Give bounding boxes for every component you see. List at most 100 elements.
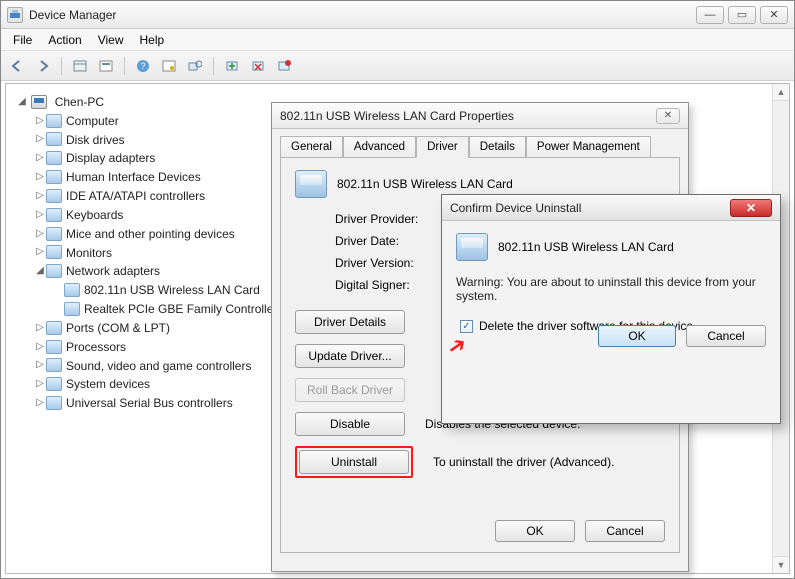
- back-button[interactable]: [5, 55, 29, 77]
- highlight-annotation: Uninstall: [295, 446, 413, 478]
- tree-item[interactable]: System devices: [66, 377, 150, 391]
- device-category-icon: [46, 132, 62, 146]
- menu-view[interactable]: View: [90, 31, 132, 49]
- properties-button[interactable]: [94, 55, 118, 77]
- menu-action[interactable]: Action: [40, 31, 89, 49]
- device-category-icon: [46, 358, 62, 372]
- network-adapter-icon: [64, 283, 80, 297]
- dialog-titlebar: Confirm Device Uninstall ✕: [442, 195, 780, 221]
- window-titlebar: Device Manager — ▭ ✕: [1, 1, 794, 29]
- help-button[interactable]: ?: [131, 55, 155, 77]
- expand-icon[interactable]: ▷: [34, 394, 46, 412]
- forward-button[interactable]: [31, 55, 55, 77]
- show-hidden-button[interactable]: [68, 55, 92, 77]
- confirm-uninstall-dialog: Confirm Device Uninstall ✕ 802.11n USB W…: [441, 194, 781, 424]
- toolbar-separator: [124, 57, 125, 75]
- network-adapters-icon: [46, 264, 62, 278]
- tree-item[interactable]: Display adapters: [66, 151, 155, 165]
- tree-item[interactable]: Mice and other pointing devices: [66, 227, 235, 241]
- tree-item[interactable]: Sound, video and game controllers: [66, 358, 251, 372]
- tree-root-label[interactable]: Chen-PC: [55, 95, 104, 109]
- expand-icon[interactable]: ▷: [34, 356, 46, 374]
- device-category-icon: [46, 227, 62, 241]
- menu-help[interactable]: Help: [132, 31, 173, 49]
- dialog-titlebar: 802.11n USB Wireless LAN Card Properties…: [272, 103, 688, 129]
- network-adapter-icon: [456, 233, 488, 261]
- warning-text: Warning: You are about to uninstall this…: [456, 275, 766, 303]
- tree-item[interactable]: IDE ATA/ATAPI controllers: [66, 189, 205, 203]
- tab-driver[interactable]: Driver: [416, 136, 469, 158]
- driver-provider-label: Driver Provider:: [335, 212, 455, 226]
- dialog-title: 802.11n USB Wireless LAN Card Properties: [280, 109, 656, 123]
- properties-cancel-button[interactable]: Cancel: [585, 520, 665, 542]
- action-properties-button[interactable]: [157, 55, 181, 77]
- expand-icon[interactable]: ▷: [34, 112, 46, 130]
- driver-date-label: Driver Date:: [335, 234, 455, 248]
- expand-icon[interactable]: ▷: [34, 338, 46, 356]
- device-category-icon: [46, 377, 62, 391]
- scroll-down-icon[interactable]: ▼: [773, 556, 789, 573]
- collapse-icon[interactable]: ◢: [34, 262, 46, 280]
- tree-item[interactable]: 802.11n USB Wireless LAN Card: [84, 283, 260, 297]
- properties-ok-button[interactable]: OK: [495, 520, 575, 542]
- expand-icon[interactable]: ▷: [34, 130, 46, 148]
- uninstall-device-button[interactable]: [272, 55, 296, 77]
- expand-icon[interactable]: ▷: [34, 243, 46, 261]
- confirm-ok-button[interactable]: OK: [598, 325, 676, 347]
- scan-hardware-button[interactable]: [183, 55, 207, 77]
- toolbar-separator: [61, 57, 62, 75]
- tab-power-management[interactable]: Power Management: [526, 136, 651, 158]
- tree-item[interactable]: Realtek PCIe GBE Family Controlle: [84, 302, 273, 316]
- tree-item[interactable]: Disk drives: [66, 132, 125, 146]
- device-category-icon: [46, 340, 62, 354]
- delete-driver-checkbox[interactable]: ✓: [460, 320, 473, 333]
- tab-details[interactable]: Details: [469, 136, 526, 158]
- tree-item[interactable]: Ports (COM & LPT): [66, 321, 170, 335]
- toolbar: ?: [1, 51, 794, 81]
- expand-icon[interactable]: ▷: [34, 319, 46, 337]
- spacer: [52, 281, 64, 299]
- expand-icon[interactable]: ▷: [34, 225, 46, 243]
- tree-item[interactable]: Human Interface Devices: [66, 170, 201, 184]
- update-driver-button[interactable]: [220, 55, 244, 77]
- minimize-button[interactable]: —: [696, 6, 724, 24]
- device-category-icon: [46, 396, 62, 410]
- disable-button[interactable]: Disable: [295, 412, 405, 436]
- svg-text:?: ?: [140, 61, 145, 71]
- tree-item-network[interactable]: Network adapters: [66, 264, 160, 278]
- device-category-icon: [46, 208, 62, 222]
- confirm-cancel-button[interactable]: Cancel: [686, 325, 766, 347]
- network-adapter-icon: [295, 170, 327, 198]
- device-category-icon: [46, 170, 62, 184]
- roll-back-driver-button[interactable]: Roll Back Driver: [295, 378, 405, 402]
- window-title: Device Manager: [29, 8, 692, 22]
- uninstall-button[interactable]: Uninstall: [299, 450, 409, 474]
- tab-strip: General Advanced Driver Details Power Ma…: [272, 129, 688, 157]
- maximize-button[interactable]: ▭: [728, 6, 756, 24]
- disable-device-button[interactable]: [246, 55, 270, 77]
- dialog-close-button[interactable]: ✕: [730, 199, 772, 217]
- tab-general[interactable]: General: [280, 136, 343, 158]
- expand-icon[interactable]: ▷: [34, 206, 46, 224]
- tree-item[interactable]: Computer: [66, 114, 119, 128]
- tree-item[interactable]: Keyboards: [66, 208, 123, 222]
- expand-icon[interactable]: ▷: [34, 168, 46, 186]
- expand-icon[interactable]: ▷: [34, 149, 46, 167]
- uninstall-description: To uninstall the driver (Advanced).: [433, 455, 614, 469]
- dialog-close-button[interactable]: ✕: [656, 108, 680, 124]
- expand-icon[interactable]: ▷: [34, 375, 46, 393]
- scroll-up-icon[interactable]: ▲: [773, 84, 789, 101]
- driver-version-label: Driver Version:: [335, 256, 455, 270]
- expand-icon[interactable]: ▷: [34, 187, 46, 205]
- menu-file[interactable]: File: [5, 31, 40, 49]
- dialog-title: Confirm Device Uninstall: [450, 201, 730, 215]
- close-button[interactable]: ✕: [760, 6, 788, 24]
- tree-item[interactable]: Processors: [66, 340, 126, 354]
- driver-details-button[interactable]: Driver Details: [295, 310, 405, 334]
- tab-advanced[interactable]: Advanced: [343, 136, 416, 158]
- collapse-icon[interactable]: ◢: [16, 93, 28, 111]
- update-driver-button[interactable]: Update Driver...: [295, 344, 405, 368]
- tree-item[interactable]: Monitors: [66, 245, 112, 259]
- tree-item[interactable]: Universal Serial Bus controllers: [66, 396, 233, 410]
- menu-bar: File Action View Help: [1, 29, 794, 51]
